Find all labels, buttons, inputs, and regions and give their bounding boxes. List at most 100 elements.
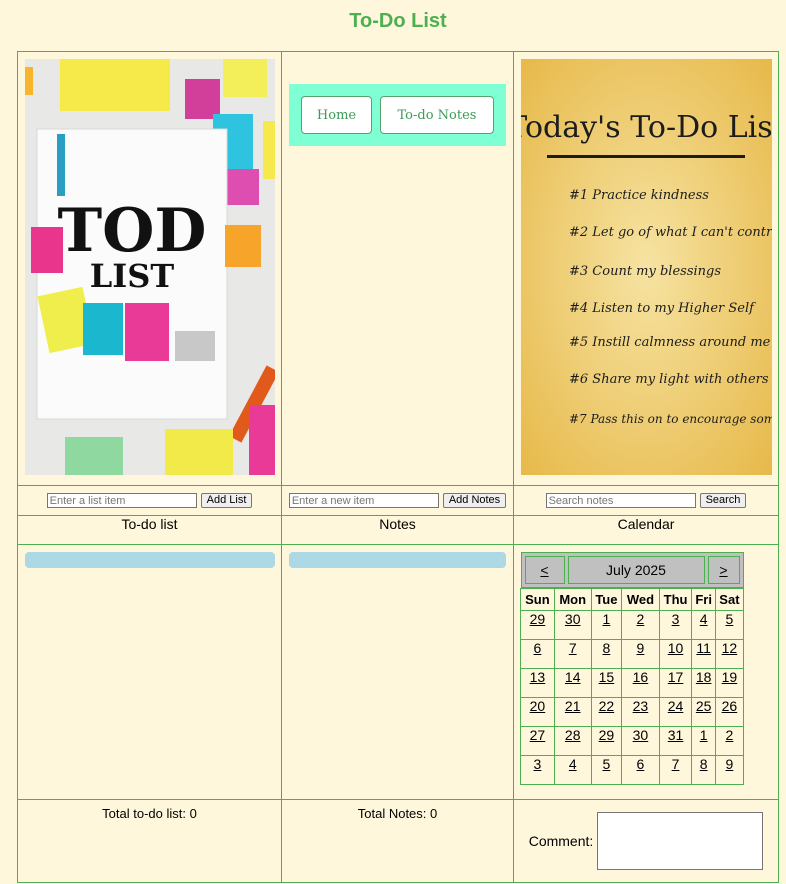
comment-field[interactable] [597, 812, 764, 870]
calendar-weekdays: Sun Mon Tue Wed Thu Fri Sat [520, 588, 745, 611]
calendar-week-row: 29 30 1 2 3 4 5 [520, 610, 745, 640]
weekday-label: Tue [590, 588, 623, 611]
image-item-5: #5 Instill calmness around me [569, 335, 771, 350]
total-todo-count: Total to-do list: 0 [17, 799, 282, 883]
calendar-day[interactable]: 19 [714, 668, 745, 698]
weekday-label: Wed [621, 588, 660, 611]
calendar-day[interactable]: 29 [590, 726, 623, 756]
todo-list-header: To-do list [17, 515, 282, 545]
calendar-day[interactable]: 10 [658, 639, 693, 669]
calendar-day[interactable]: 3 [520, 755, 555, 785]
calendar-day[interactable]: 6 [520, 639, 555, 669]
calendar-day[interactable]: 6 [621, 755, 660, 785]
notes-bar [289, 552, 506, 568]
image-item-7: #7 Pass this on to encourage someone els… [569, 412, 772, 426]
calendar-day[interactable]: 1 [590, 610, 623, 640]
calendar-day[interactable]: 8 [691, 755, 716, 785]
calendar-day[interactable]: 17 [658, 668, 693, 698]
calendar-day[interactable]: 1 [691, 726, 716, 756]
nav-bar: Home To-do Notes [289, 84, 506, 146]
calendar-prev-button[interactable]: < [524, 556, 565, 584]
calendar-day[interactable]: 15 [590, 668, 623, 698]
image-text-line2: LIST [90, 257, 175, 295]
todo-list-bar [25, 552, 275, 568]
image-heading: Today's To-Do List [521, 110, 772, 145]
calendar-day[interactable]: 11 [691, 639, 716, 669]
weekday-label: Fri [691, 588, 716, 611]
add-notes-button[interactable]: Add Notes [442, 493, 507, 508]
calendar-day[interactable]: 13 [520, 668, 555, 698]
image-text-line1: TOD [58, 196, 207, 266]
calendar-day[interactable]: 2 [621, 610, 660, 640]
image-item-6: #6 Share my light with others [569, 372, 769, 387]
comment-cell: Comment: [513, 799, 779, 883]
todays-todo-image: Today's To-Do List #1 Practice kindness … [521, 59, 772, 475]
weekday-label: Sun [520, 588, 555, 611]
calendar-week-row: 3456789 [520, 755, 745, 785]
calendar-day[interactable]: 26 [714, 697, 745, 727]
calendar-day[interactable]: 31 [658, 726, 693, 756]
image-item-1: #1 Practice kindness [569, 188, 709, 203]
calendar-day[interactable]: 27 [520, 726, 555, 756]
calendar-day[interactable]: 28 [553, 726, 592, 756]
calendar-month-label: July 2025 [567, 556, 705, 584]
notes-cell [281, 544, 514, 800]
home-button[interactable]: Home [301, 96, 372, 134]
new-note-input[interactable] [288, 493, 439, 508]
total-notes-count: Total Notes: 0 [281, 799, 514, 883]
calendar-day[interactable]: 12 [714, 639, 745, 669]
todo-list-cell [17, 544, 282, 800]
image-item-3: #3 Count my blessings [569, 264, 721, 279]
calendar-day[interactable]: 9 [621, 639, 660, 669]
calendar-week-row: 20 21 22 23 24 25 26 [520, 697, 745, 727]
weekday-label: Mon [553, 588, 592, 611]
calendar-day[interactable]: 21 [553, 697, 592, 727]
weekday-label: Sat [714, 588, 745, 611]
calendar-day[interactable]: 25 [691, 697, 716, 727]
calendar-day[interactable]: 24 [658, 697, 693, 727]
layout-table: TOD LIST Home To-do Notes Today's To-Do … [17, 51, 779, 883]
right-image-cell: Today's To-Do List #1 Practice kindness … [513, 51, 779, 486]
nav-cell: Home To-do Notes [281, 51, 514, 486]
calendar-cell: < July 2025 > Sun Mon Tue Wed Thu Fri Sa… [513, 544, 779, 800]
calendar-day[interactable]: 5 [714, 610, 745, 640]
calendar-day[interactable]: 5 [590, 755, 623, 785]
calendar-day[interactable]: 30 [621, 726, 660, 756]
calendar-day[interactable]: 18 [691, 668, 716, 698]
todo-notes-button[interactable]: To-do Notes [380, 96, 494, 134]
calendar-day[interactable]: 4 [553, 755, 592, 785]
list-item-input[interactable] [46, 493, 197, 508]
search-notes-input[interactable] [545, 493, 696, 508]
calendar-week-row: 27 28 29 30 31 1 2 [520, 726, 745, 756]
note-input-cell: Add Notes [281, 485, 514, 516]
calendar-day[interactable]: 29 [520, 610, 555, 640]
comment-label: Comment: [528, 833, 594, 849]
calendar-day[interactable]: 4 [691, 610, 716, 640]
add-list-button[interactable]: Add List [200, 493, 253, 508]
calendar-day[interactable]: 8 [590, 639, 623, 669]
calendar-day[interactable]: 2 [714, 726, 745, 756]
image-item-2: #2 Let go of what I can't control [569, 225, 772, 240]
calendar-day[interactable]: 7 [658, 755, 693, 785]
calendar-day[interactable]: 30 [553, 610, 592, 640]
calendar-next-button[interactable]: > [707, 556, 740, 584]
notes-header: Notes [281, 515, 514, 545]
image-item-4: #4 Listen to my Higher Self [569, 301, 756, 316]
calendar: < July 2025 > Sun Mon Tue Wed Thu Fri Sa… [520, 552, 745, 785]
calendar-day[interactable]: 3 [658, 610, 693, 640]
calendar-header: Calendar [513, 515, 779, 545]
page-title: To-Do List [349, 10, 447, 32]
weekday-label: Thu [658, 588, 693, 611]
calendar-week-row: 13 14 15 16 17 18 19 [520, 668, 745, 698]
todo-list-image: TOD LIST [25, 59, 275, 475]
calendar-day[interactable]: 9 [714, 755, 745, 785]
calendar-day[interactable]: 22 [590, 697, 623, 727]
search-cell: Search [513, 485, 779, 516]
search-button[interactable]: Search [699, 493, 747, 508]
calendar-day[interactable]: 14 [553, 668, 592, 698]
calendar-day[interactable]: 7 [553, 639, 592, 669]
calendar-day[interactable]: 20 [520, 697, 555, 727]
calendar-day[interactable]: 23 [621, 697, 660, 727]
left-image-cell: TOD LIST [17, 51, 282, 486]
calendar-day[interactable]: 16 [621, 668, 660, 698]
